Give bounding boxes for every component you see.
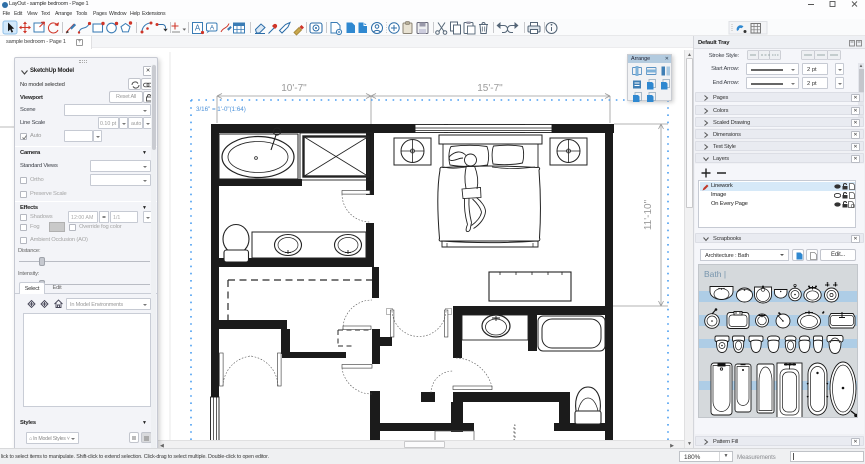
svg-text:3/16" = 1'-0"(1:64): 3/16" = 1'-0"(1:64) — [196, 106, 246, 113]
svg-text:A: A — [195, 24, 201, 33]
svg-text:Bath |: Bath | — [704, 269, 726, 279]
svg-text:11'-10": 11'-10" — [643, 199, 654, 230]
svg-text:A: A — [210, 25, 215, 32]
svg-text:10'-7": 10'-7" — [281, 83, 307, 94]
svg-text:15'-7": 15'-7" — [477, 83, 503, 94]
